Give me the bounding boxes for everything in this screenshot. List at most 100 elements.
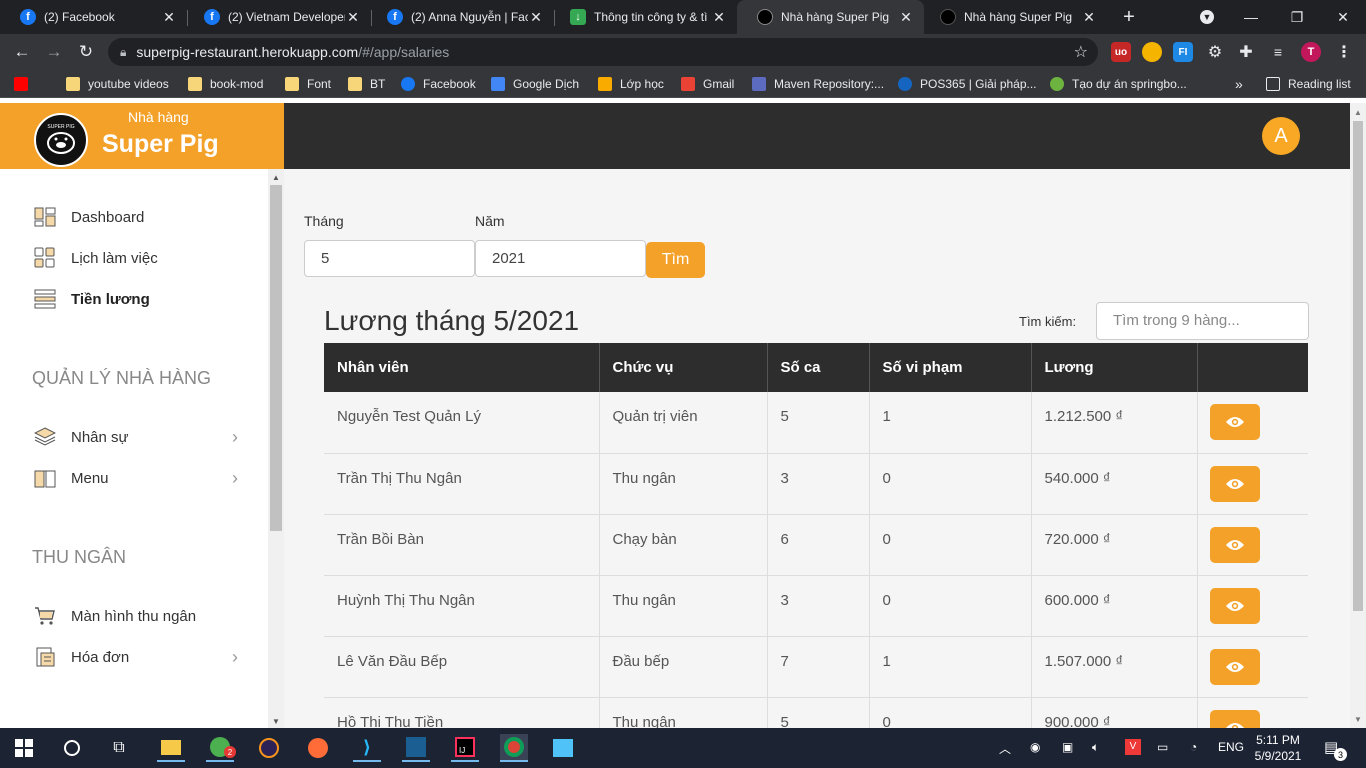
user-avatar[interactable]: A [1262, 117, 1300, 155]
tray-chevron-icon[interactable]: ︿ [999, 740, 1011, 757]
browser-tab[interactable]: ↓ Thông tin công ty & tì ✕ [550, 0, 737, 34]
extensions-puzzle-icon[interactable]: ✚ [1236, 42, 1256, 62]
volume-icon[interactable]: 🔈︎ [1092, 740, 1099, 755]
close-icon[interactable]: ✕ [345, 9, 361, 26]
year-label: Năm [475, 213, 505, 229]
chat-app-icon[interactable]: 2 [206, 734, 236, 762]
column-header[interactable]: Số ca [767, 343, 870, 392]
bookmark-gmail[interactable]: Gmail [681, 75, 734, 93]
close-icon[interactable]: ✕ [711, 9, 727, 26]
sidebar-item-schedule[interactable]: Lịch làm việc [34, 245, 244, 271]
search-icon[interactable] [58, 734, 86, 762]
browser-tab-active[interactable]: Nhà hàng Super Pig ✕ [737, 0, 924, 34]
bookmark-classroom[interactable]: Lớp học [598, 75, 664, 93]
bookmark-youtube[interactable] [14, 75, 36, 93]
ublock-extension-icon[interactable]: uo [1111, 42, 1131, 62]
file-explorer-icon[interactable] [157, 734, 185, 762]
wifi-icon[interactable]: ◔ [1190, 740, 1197, 754]
mysql-workbench-icon[interactable] [402, 734, 430, 762]
bookmark-folder[interactable]: book-mod [188, 75, 263, 93]
eclipse-icon[interactable] [255, 734, 283, 762]
tray-app-icon[interactable]: ◉ [1030, 740, 1040, 754]
reading-list-button[interactable]: Reading list [1266, 75, 1351, 93]
page-scrollbar-thumb[interactable] [1353, 121, 1363, 611]
menu-kebab-icon[interactable]: ⋮ [1334, 42, 1354, 62]
battery-icon[interactable]: ▭ [1157, 740, 1168, 754]
notification-center-icon[interactable]: ▤ 3 [1324, 738, 1347, 761]
browser-tab[interactable]: f (2) Anna Nguyễn | Face ✕ [367, 0, 554, 34]
view-details-button[interactable] [1209, 404, 1260, 440]
bookmark-facebook[interactable]: Facebook [401, 75, 476, 93]
close-icon[interactable]: ✕ [898, 9, 914, 26]
profile-avatar[interactable]: T [1301, 42, 1321, 62]
browser-tab[interactable]: Nhà hàng Super Pig ✕ [920, 0, 1107, 34]
sidebar-item-staff[interactable]: Nhân sự › [34, 424, 244, 450]
postman-icon[interactable] [304, 734, 332, 762]
month-input[interactable]: 5 [304, 240, 475, 277]
windows-start-icon[interactable] [10, 734, 38, 762]
chrome-icon[interactable] [500, 734, 528, 762]
sidebar-scrollbar-thumb[interactable] [270, 185, 282, 531]
close-window-button[interactable]: ✕ [1320, 0, 1366, 34]
minimize-button[interactable]: — [1228, 0, 1274, 34]
bookmark-folder[interactable]: youtube videos [66, 75, 169, 93]
sidebar-item-invoices[interactable]: Hóa đơn › [34, 644, 244, 670]
find-button[interactable]: Tìm [646, 242, 705, 278]
scroll-down-icon[interactable]: ▼ [1354, 715, 1362, 724]
year-input[interactable]: 2021 [475, 240, 646, 277]
media-control-icon[interactable]: ≡ [1268, 42, 1288, 62]
browser-tab[interactable]: f (2) Vietnam Developer ✕ [184, 0, 371, 34]
column-header[interactable]: Chức vụ [599, 343, 768, 392]
bookmark-folder[interactable]: Font [285, 75, 331, 93]
browser-tab[interactable]: f (2) Facebook ✕ [0, 0, 187, 34]
new-tab-button[interactable]: + [1106, 0, 1152, 34]
intellij-icon[interactable]: IJ [451, 734, 479, 762]
tray-camera-icon[interactable]: ▣ [1062, 740, 1073, 754]
sidebar-item-menu[interactable]: Menu › [34, 465, 244, 491]
task-view-icon[interactable]: ⧉ [105, 734, 133, 762]
bookmark-spring[interactable]: Tạo dự án springbo... [1050, 75, 1187, 93]
language-indicator[interactable]: ENG [1218, 740, 1244, 754]
close-icon[interactable]: ✕ [161, 9, 177, 26]
sidebar-scrollbar[interactable]: ▲ ▼ [268, 169, 284, 728]
tray-vivaldi-icon[interactable]: V [1125, 738, 1141, 755]
photos-icon[interactable] [549, 734, 577, 762]
view-details-button[interactable] [1209, 587, 1260, 624]
bookmarks-overflow-button[interactable]: » [1235, 75, 1243, 93]
sidebar-item-cashier-screen[interactable]: Màn hình thu ngân [34, 603, 244, 629]
bookmark-folder[interactable]: BT [348, 75, 385, 93]
page-scrollbar[interactable]: ▲ ▼ [1350, 103, 1366, 728]
system-clock[interactable]: 5:11 PM 5/9/2021 [1252, 732, 1304, 764]
view-details-button[interactable] [1209, 465, 1260, 502]
close-icon[interactable]: ✕ [528, 9, 544, 26]
tab-search-icon[interactable]: ▼ [1184, 0, 1230, 34]
close-icon[interactable]: ✕ [1081, 9, 1097, 26]
scroll-down-icon[interactable]: ▼ [272, 717, 280, 726]
reload-icon[interactable]: ↻ [72, 38, 100, 66]
extension-icon[interactable]: FI [1173, 42, 1193, 62]
sidebar-item-salary[interactable]: Tiền lương [34, 286, 244, 312]
address-bar[interactable]: 🔒︎ superpig-restaurant.herokuapp.com /#/… [108, 38, 1098, 66]
column-header[interactable]: Lương [1031, 343, 1198, 392]
bookmark-maven[interactable]: Maven Repository:... [752, 75, 884, 93]
bookmark-pos365[interactable]: POS365 | Giải pháp... [898, 75, 1037, 93]
table-search-input[interactable]: Tìm trong 9 hàng... [1096, 302, 1309, 340]
vscode-icon[interactable]: ⟩ [353, 734, 381, 762]
view-details-button[interactable] [1209, 709, 1260, 728]
bookmark-star-icon[interactable]: ☆ [1074, 42, 1088, 62]
brand-header[interactable]: SUPER PIG Nhà hàng Super Pig [0, 103, 284, 169]
back-icon[interactable]: ← [8, 38, 36, 66]
restore-button[interactable]: ❐ [1274, 0, 1320, 34]
scroll-up-icon[interactable]: ▲ [272, 173, 280, 182]
bookmark-google-translate[interactable]: Google Dịch [491, 75, 579, 93]
scroll-up-icon[interactable]: ▲ [1354, 108, 1362, 117]
view-details-button[interactable] [1209, 526, 1260, 563]
column-header[interactable]: Số vi phạm [869, 343, 1032, 392]
settings-extension-icon[interactable]: ⚙ [1205, 42, 1225, 62]
column-header[interactable]: Nhân viên [324, 343, 600, 392]
forward-icon[interactable]: → [40, 38, 68, 66]
sidebar-item-dashboard[interactable]: Dashboard [34, 204, 244, 230]
extension-icon[interactable] [1142, 42, 1162, 62]
facebook-icon [401, 77, 415, 91]
view-details-button[interactable] [1209, 648, 1260, 685]
